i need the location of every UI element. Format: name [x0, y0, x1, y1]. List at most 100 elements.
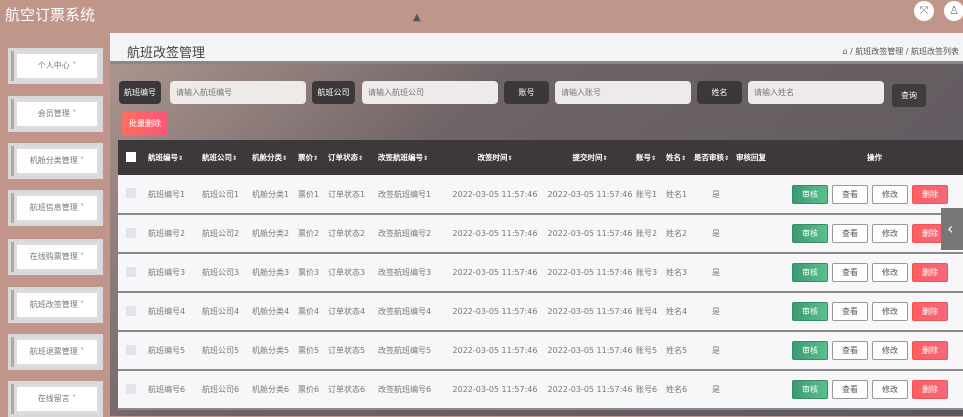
review-button[interactable]: 审核 [792, 263, 828, 282]
breadcrumb-item[interactable]: 航班改签管理 [855, 47, 903, 56]
header-label: 审核回复 [736, 153, 766, 162]
table-row: 航班编号3 航班公司3 机舱分类3 票价3 订单状态3 改签航班编号3 2022-03-05… [118, 253, 963, 293]
sidebar-item[interactable]: 会员管理 ˅ [8, 96, 103, 132]
review-button[interactable]: 审核 [792, 184, 828, 204]
header-cell[interactable]: 账号⇕ [636, 140, 666, 175]
sidebar-item[interactable]: 航班退票管理 ˅ [8, 334, 103, 370]
select-all-checkbox[interactable] [126, 151, 136, 162]
edit-button[interactable]: 修改 [872, 341, 908, 360]
edit-button[interactable]: 修改 [872, 224, 908, 243]
row-checkbox[interactable] [126, 383, 136, 394]
cell: 改签航班编号4 [378, 292, 446, 332]
edit-button[interactable]: 修改 [872, 380, 908, 399]
sort-icon[interactable]: ⇕ [282, 155, 287, 162]
header-cell[interactable]: 提交时间⇕ [544, 140, 636, 175]
cell: 机舱分类3 [252, 253, 298, 293]
account-input[interactable] [555, 81, 691, 104]
sort-icon[interactable]: ⇕ [178, 155, 183, 162]
delete-button[interactable]: 删除 [912, 184, 948, 204]
sidebar-item-label: 在线购票管理 ˅ [17, 245, 97, 269]
review-button[interactable]: 审核 [792, 341, 828, 360]
sort-icon[interactable]: ⇕ [313, 155, 318, 162]
sidebar-item[interactable]: 在线留言 ˅ [8, 381, 103, 417]
collapse-panel-icon[interactable]: ‹ [941, 208, 963, 250]
row-checkbox[interactable] [126, 227, 136, 238]
row-checkbox[interactable] [126, 344, 136, 355]
cell: 账号3 [636, 253, 666, 293]
review-button[interactable]: 审核 [792, 224, 828, 243]
header-cell[interactable]: 票价⇕ [298, 140, 328, 175]
header-label: 操作 [867, 153, 882, 162]
cell [736, 331, 786, 371]
cell: 改签航班编号1 [378, 175, 446, 215]
cell: 2022-03-05 11:57:46 [446, 292, 544, 332]
sort-icon[interactable]: ⇕ [232, 155, 237, 162]
view-button[interactable]: 查看 [832, 263, 868, 282]
sidebar-item[interactable]: 航班改签管理 ˅ [8, 287, 103, 323]
cell [118, 214, 148, 254]
actions-cell: 审核 查看 修改 删除 [786, 175, 963, 215]
sort-icon[interactable]: ⇕ [358, 155, 363, 162]
delete-button[interactable]: 删除 [912, 380, 948, 399]
view-button[interactable]: 查看 [832, 380, 868, 399]
cell [118, 175, 148, 215]
sort-icon[interactable]: ⇕ [423, 155, 428, 162]
mouse-cursor-icon: ▲ [413, 12, 421, 23]
name-input[interactable] [748, 81, 884, 104]
batch-delete-button[interactable]: 批量删除 [122, 112, 168, 136]
review-button[interactable]: 审核 [792, 302, 828, 321]
delete-button[interactable]: 删除 [912, 263, 948, 282]
row-checkbox[interactable] [126, 188, 136, 198]
row-checkbox[interactable] [126, 266, 136, 277]
sort-icon[interactable]: ⇕ [507, 155, 512, 162]
review-button[interactable]: 审核 [792, 380, 828, 399]
cell: 账号1 [636, 175, 666, 215]
cell: 航班编号1 [148, 175, 202, 215]
delete-button[interactable]: 删除 [912, 341, 948, 360]
cell: 账号4 [636, 292, 666, 332]
view-button[interactable]: 查看 [832, 224, 868, 243]
edit-button[interactable]: 修改 [872, 302, 908, 321]
header-cell[interactable]: 航班编号⇕ [148, 140, 202, 175]
cell: 账号2 [636, 214, 666, 254]
edit-button[interactable]: 修改 [872, 263, 908, 282]
view-button[interactable]: 查看 [832, 302, 868, 321]
header-cell[interactable]: 航班公司⇕ [202, 140, 252, 175]
user-icon[interactable]: ♙ [944, 1, 963, 21]
app-title: 航空订票系统 [5, 6, 96, 24]
sidebar-item[interactable]: 机舱分类管理 ˅ [8, 143, 103, 179]
sidebar: 个人中心 ˅ 会员管理 ˅ 机舱分类管理 ˅ 航班信息管理 ˅ 在线购票管理 ˅ 航班改签… [0, 33, 110, 417]
fullscreen-icon[interactable]: ⤧ [914, 1, 934, 21]
header-cell[interactable]: 改签时间⇕ [446, 140, 544, 175]
cell: 是 [694, 253, 736, 293]
sort-icon[interactable]: ⇕ [724, 155, 729, 162]
view-button[interactable]: 查看 [832, 341, 868, 360]
sort-icon[interactable]: ⇕ [651, 155, 656, 162]
header-cell[interactable]: 改签航班编号⇕ [378, 140, 446, 175]
header-cell[interactable]: 订单状态⇕ [328, 140, 378, 175]
table-row: 航班编号2 航班公司2 机舱分类2 票价2 订单状态2 改签航班编号2 2022-03-05… [118, 214, 963, 254]
sidebar-item[interactable]: 在线购票管理 ˅ [8, 239, 103, 275]
cell: 姓名1 [666, 175, 694, 215]
header-cell[interactable]: 机舱分类⇕ [252, 140, 298, 175]
row-checkbox[interactable] [126, 305, 136, 316]
table-row: 航班编号6 航班公司6 机舱分类6 票价6 订单状态6 改签航班编号6 2022-03-05… [118, 370, 963, 410]
edit-button[interactable]: 修改 [872, 184, 908, 204]
cell: 是 [694, 292, 736, 332]
cell: 姓名5 [666, 331, 694, 371]
airline-input[interactable] [362, 81, 498, 104]
view-button[interactable]: 查看 [832, 184, 868, 204]
sort-icon[interactable]: ⇕ [681, 155, 686, 162]
header-cell[interactable]: 姓名⇕ [666, 140, 694, 175]
header-cell[interactable]: 是否审核⇕ [694, 140, 736, 175]
home-icon[interactable]: ⌂ [842, 47, 847, 56]
query-button[interactable]: 查询 [892, 84, 926, 107]
sort-icon[interactable]: ⇕ [602, 155, 607, 162]
sidebar-item[interactable]: 个人中心 ˅ [8, 48, 103, 84]
sidebar-item-label: 在线留言 ˅ [17, 387, 97, 411]
delete-button[interactable]: 删除 [912, 302, 948, 321]
header-cell: 审核回复 [736, 140, 786, 175]
sidebar-item[interactable]: 航班信息管理 ˅ [8, 190, 103, 226]
flight-no-input[interactable] [170, 81, 306, 104]
cell: 账号5 [636, 331, 666, 371]
